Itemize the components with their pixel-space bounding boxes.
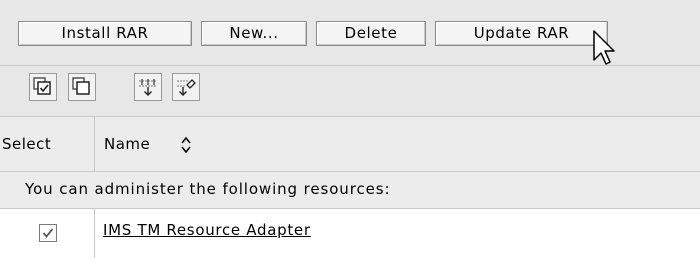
select-all-icon[interactable] <box>29 73 57 101</box>
clear-filter-icon[interactable] <box>172 73 200 101</box>
checkmark-icon <box>42 228 54 238</box>
sort-icon[interactable] <box>180 136 192 154</box>
column-divider <box>94 117 95 171</box>
delete-button[interactable]: Delete <box>316 21 426 46</box>
resource-adapters-panel: Install RAR New... Delete Update RAR Sel… <box>0 0 700 258</box>
column-divider <box>94 209 95 258</box>
table-message: You can administer the following resourc… <box>25 180 391 198</box>
column-header-name[interactable]: Name <box>104 135 150 153</box>
column-header-select: Select <box>2 135 52 153</box>
new-button[interactable]: New... <box>201 21 307 46</box>
install-rar-button[interactable]: Install RAR <box>18 21 192 46</box>
resource-name-link[interactable]: IMS TM Resource Adapter <box>103 221 311 239</box>
expand-filter-icon[interactable] <box>134 73 162 101</box>
mouse-cursor-icon <box>593 30 615 65</box>
deselect-all-icon[interactable] <box>68 73 96 101</box>
update-rar-button[interactable]: Update RAR <box>435 21 608 46</box>
row-select-checkbox[interactable] <box>39 224 57 242</box>
